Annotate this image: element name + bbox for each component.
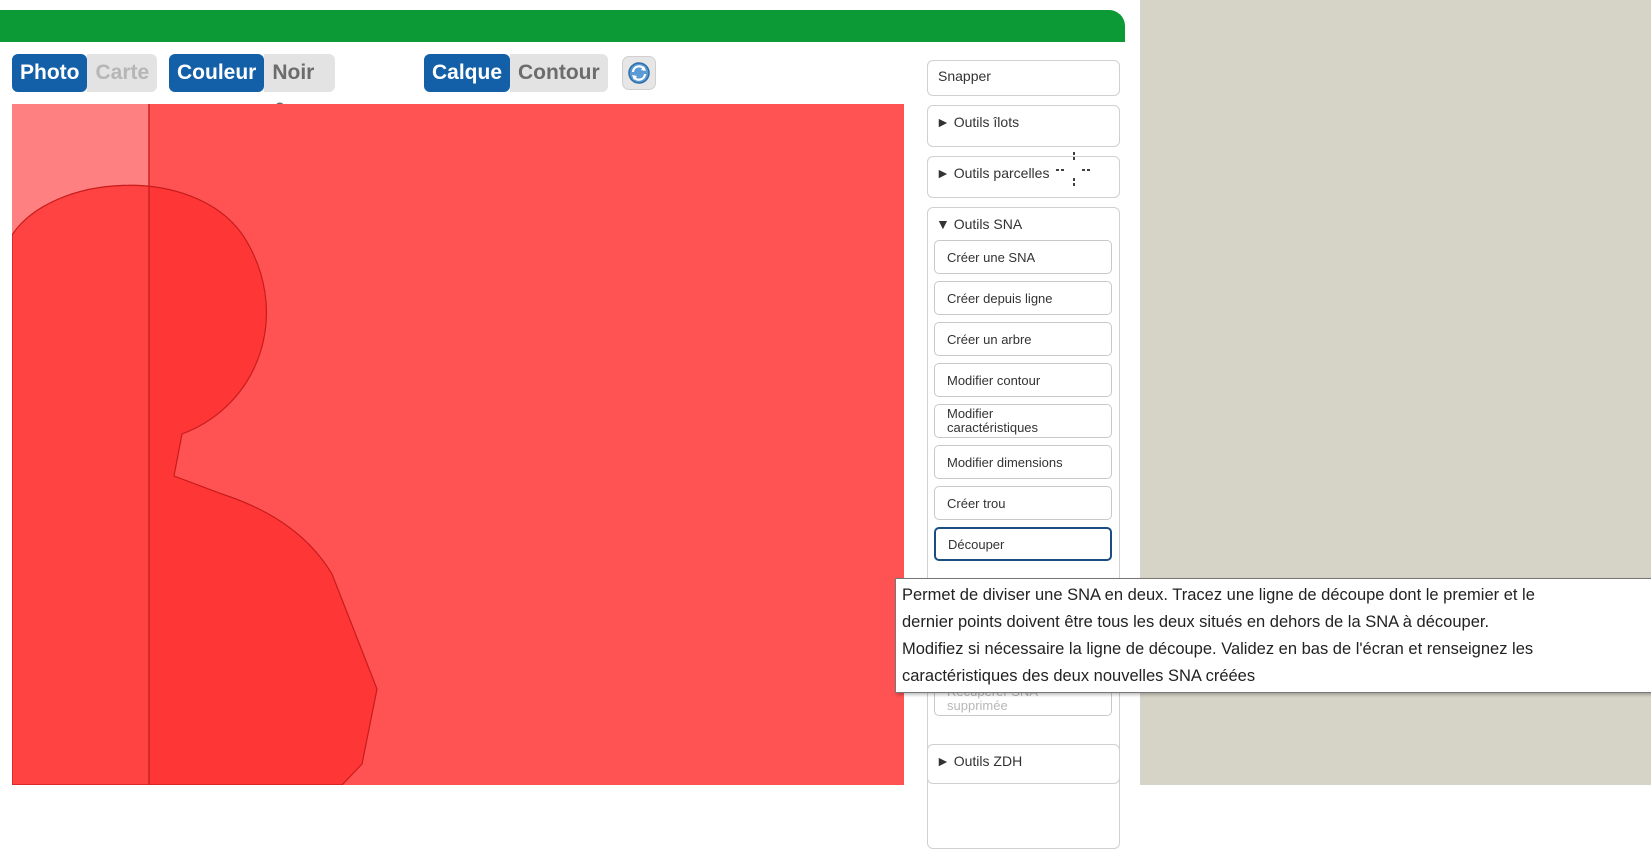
creer-depuis-ligne-button[interactable]: Créer depuis ligne bbox=[934, 281, 1112, 315]
outils-zdh-header[interactable]: ► Outils ZDH bbox=[928, 745, 1119, 777]
photo-button[interactable]: Photo bbox=[12, 54, 88, 92]
modifier-dimensions-button[interactable]: Modifier dimensions bbox=[934, 445, 1112, 479]
refresh-button[interactable] bbox=[622, 56, 656, 90]
sna-polygon[interactable] bbox=[12, 184, 378, 785]
creer-sna-button[interactable]: Créer une SNA bbox=[934, 240, 1112, 274]
contour-button[interactable]: Contour bbox=[510, 54, 608, 92]
crosshair-cursor-icon bbox=[1056, 152, 1092, 188]
snapper-button[interactable]: Snapper bbox=[927, 60, 1120, 96]
map-view[interactable] bbox=[12, 104, 904, 785]
top-header-bar bbox=[0, 10, 1125, 42]
couleur-button[interactable]: Couleur bbox=[169, 54, 265, 92]
modifier-caracteristiques-line2: caractéristiques bbox=[947, 420, 1039, 435]
recuperer-sna-line2: supprimée bbox=[947, 698, 1008, 713]
calque-button[interactable]: Calque bbox=[424, 54, 511, 92]
creer-trou-button[interactable]: Créer trou bbox=[934, 486, 1112, 520]
decouper-tooltip: Permet de diviser une SNA en deux. Trace… bbox=[895, 578, 1651, 693]
basemap-toggle: Photo Carte bbox=[12, 54, 158, 92]
outils-ilots-group[interactable]: ► Outils îlots bbox=[927, 105, 1120, 147]
decouper-button[interactable]: Découper bbox=[934, 527, 1112, 561]
tooltip-line-4: caractéristiques des deux nouvelles SNA … bbox=[902, 667, 1256, 685]
color-mode-toggle: Couleur Noir & blanc bbox=[169, 54, 336, 160]
carte-button[interactable]: Carte bbox=[87, 54, 158, 92]
layer-mode-toggle: Calque Contour bbox=[424, 54, 608, 92]
modifier-caracteristiques-button[interactable]: Modifier caractéristiques bbox=[934, 404, 1112, 438]
outils-sna-header[interactable]: ▼ Outils SNA bbox=[928, 208, 1119, 240]
noir-blanc-button[interactable]: Noir & blanc bbox=[264, 54, 336, 160]
map-polygons bbox=[12, 104, 378, 785]
outils-zdh-group[interactable]: ► Outils ZDH bbox=[927, 744, 1120, 784]
tooltip-line-1: Permet de diviser une SNA en deux. Trace… bbox=[902, 586, 1535, 604]
tooltip-line-2: dernier points doivent être tous les deu… bbox=[902, 613, 1490, 631]
tooltip-line-3: Modifiez si nécessaire la ligne de décou… bbox=[902, 640, 1534, 658]
modifier-contour-button[interactable]: Modifier contour bbox=[934, 363, 1112, 397]
creer-arbre-button[interactable]: Créer un arbre bbox=[934, 322, 1112, 356]
modifier-caracteristiques-line1: Modifier bbox=[947, 406, 994, 421]
refresh-icon bbox=[628, 62, 650, 84]
outils-ilots-header[interactable]: ► Outils îlots bbox=[928, 106, 1119, 138]
